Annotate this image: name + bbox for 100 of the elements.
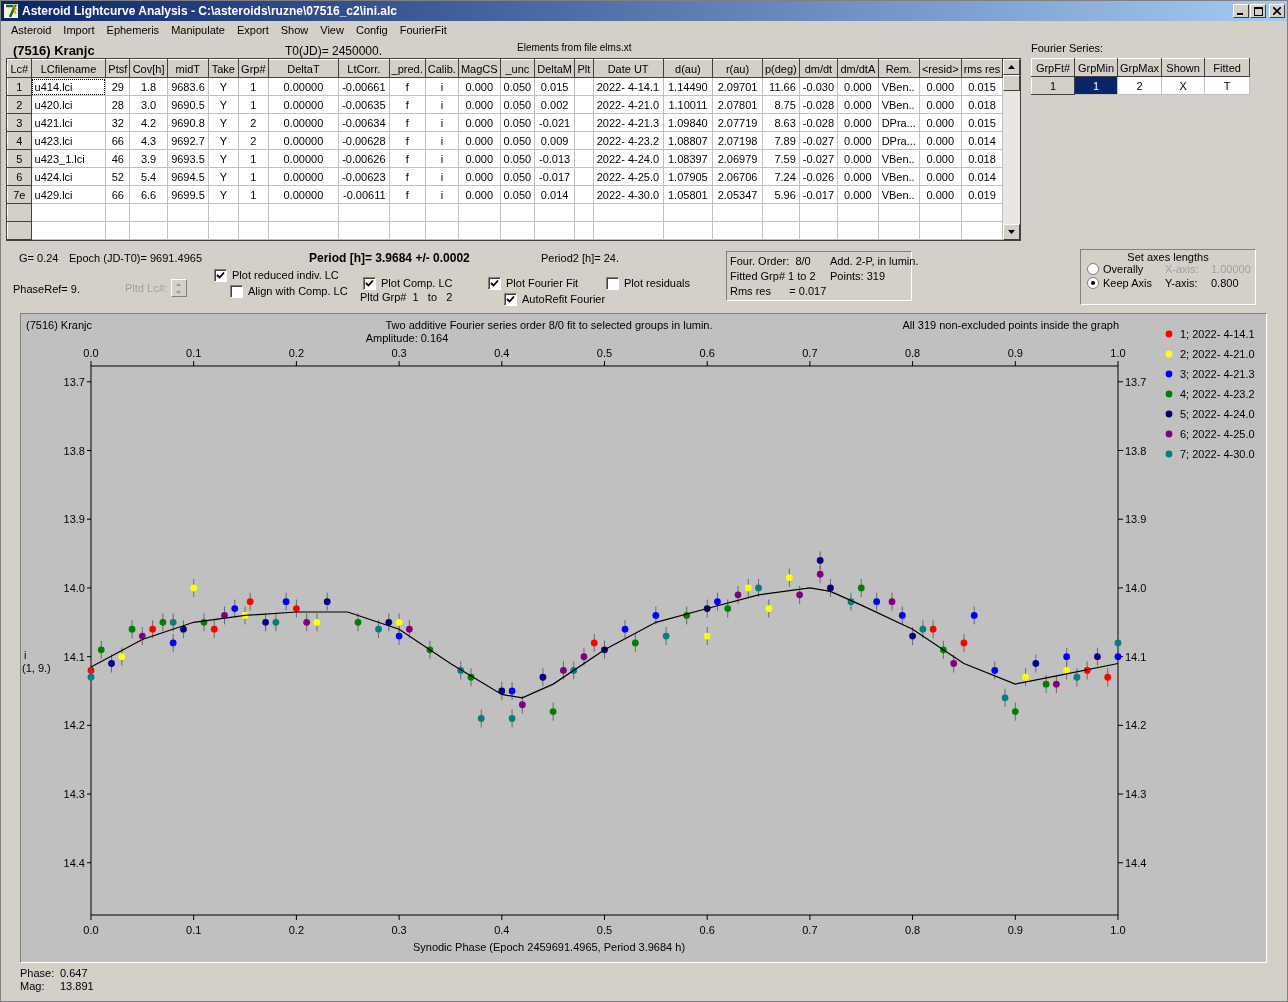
scroll-thumb[interactable] [1003,75,1020,91]
table-cell: 8.75 [762,95,800,114]
column-header[interactable]: DeltaM [534,59,575,78]
menu-item[interactable]: Show [274,24,315,36]
table-cell: 0.015 [961,113,1003,132]
checkbox[interactable]: AutoRefit Fourier [504,291,606,307]
column-header[interactable]: GrpMax [1117,58,1162,77]
checkbox[interactable]: Plot residuals [606,275,691,291]
x-tick-label: 0.8 [904,924,921,936]
maximize-button[interactable] [1250,4,1266,18]
column-header[interactable]: Shown [1161,58,1205,77]
point [857,584,865,592]
column-header[interactable]: Fitted [1204,58,1250,77]
legend-label: 6; 2022- 4-25.0 [1180,428,1255,440]
minimize-button[interactable] [1233,4,1249,18]
scrollbar[interactable] [1003,59,1020,240]
table-cell: 0.050 [500,185,535,204]
checkbox[interactable]: Align with Comp. LC [230,283,360,299]
table-cell: 0.000 [837,95,879,114]
table-cell: 2.05347 [712,185,763,204]
checkbox[interactable]: Plot Comp. LC [363,275,488,291]
column-header[interactable]: midT [167,59,209,78]
table-cell: 2.07198 [712,131,763,150]
column-header[interactable]: dm/dt [799,59,838,78]
point [159,618,167,626]
menu-item[interactable]: Manipulate [165,24,231,36]
column-header[interactable]: Rem. [878,59,920,78]
table-cell: Y [208,131,239,150]
column-header[interactable]: Calib. [425,59,459,78]
column-header[interactable]: rms res [961,59,1003,78]
table-cell: 0.000 [458,167,501,186]
column-header[interactable]: LtCorr. [338,59,390,78]
point [724,605,732,612]
spinner[interactable] [170,279,187,297]
table-cell: VBen.. [878,149,920,168]
scroll-up-button[interactable] [1003,59,1020,75]
point [405,625,413,633]
table-cell: 0.000 [458,149,501,168]
point [231,605,239,612]
column-header[interactable]: Lc# [7,59,32,78]
point [1011,708,1019,716]
table-cell: 1.07905 [663,167,713,186]
plot-object-name: (7516) Kranjc [26,319,93,331]
radio-button[interactable]: Overally [1087,263,1165,275]
menu-item[interactable]: View [314,24,350,36]
table-cell: 0.00000 [268,167,339,186]
menu-item[interactable]: Import [57,24,101,36]
table-cell: 0.000 [837,149,879,168]
point [734,591,742,599]
table-cell: 0.00000 [268,149,339,168]
close-button[interactable] [1269,4,1285,18]
scroll-down-button[interactable] [1003,224,1020,240]
column-header[interactable]: Grp# [238,59,269,78]
column-header[interactable]: p(deg) [762,59,800,78]
column-header[interactable]: Date UT [593,59,663,78]
point [272,618,280,626]
table-cell [574,77,594,96]
table-cell: -0.026 [799,167,838,186]
table-cell: 2022- 4-23.2 [593,131,663,150]
point [765,605,773,612]
fit-summary-text: Points: 319 [830,269,887,284]
table-cell: 0.019 [961,185,1003,204]
column-header[interactable]: DeltaT [268,59,339,78]
status-label: Mag: [20,980,46,993]
checkbox[interactable]: Plot Fourier Fit [488,275,606,291]
menu-item[interactable]: Asteroid [5,24,58,36]
point [282,598,290,606]
column-header[interactable]: <resid> [919,59,962,78]
column-header[interactable]: GrpMin [1074,58,1118,77]
column-header[interactable]: LCfilename [31,59,106,78]
table-cell: 2022- 4-14.1 [593,77,663,96]
table-cell: 0.000 [458,77,501,96]
table-cell: i [425,167,459,186]
menu-item[interactable]: Config [349,24,394,36]
column-header[interactable]: dm/dtA [837,59,879,78]
menu-item[interactable]: FourierFit [393,24,453,36]
legend-label: 4; 2022- 4-23.2 [1180,388,1255,400]
column-header[interactable]: Take [208,59,239,78]
column-header[interactable]: _unc [500,59,535,78]
menu-item[interactable]: Export [230,24,275,36]
column-header[interactable]: _pred. [389,59,426,78]
radio-button[interactable]: Keep Axis [1087,277,1165,289]
table-cell: f [389,95,426,114]
column-header[interactable]: GrpFt# [1031,58,1075,77]
table-cell: 0.000 [837,167,879,186]
menu-item[interactable]: Ephemeris [100,24,166,36]
table-cell: 3.9 [129,149,168,168]
column-header[interactable]: d(au) [663,59,713,78]
column-header[interactable]: Cov[h] [129,59,168,78]
column-header[interactable]: r(au) [712,59,763,78]
point [960,639,968,647]
point [246,598,254,606]
y-axis-title: i [24,649,27,661]
column-header[interactable]: Ptsf [105,59,130,78]
point [395,618,403,626]
table-cell: 0.000 [458,131,501,150]
table-cell: 8.63 [762,113,800,132]
column-header[interactable]: MagCS [458,59,501,78]
checkbox[interactable]: Plot reduced indiv. LC [214,267,360,283]
right-y-axis: 13.7 13.8 13.9 14.0 14.1 14.2 14.3 14.4 [1117,375,1147,869]
